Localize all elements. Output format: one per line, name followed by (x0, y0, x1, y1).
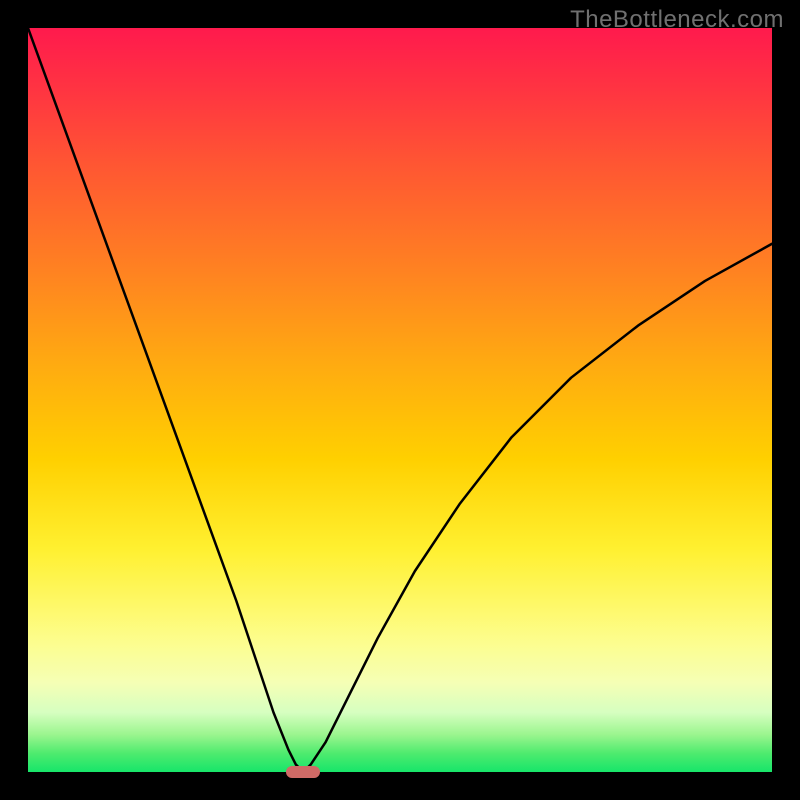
watermark-text: TheBottleneck.com (570, 6, 784, 34)
bottleneck-curve (28, 28, 772, 772)
optimal-marker (286, 766, 320, 778)
plot-area (28, 28, 772, 772)
